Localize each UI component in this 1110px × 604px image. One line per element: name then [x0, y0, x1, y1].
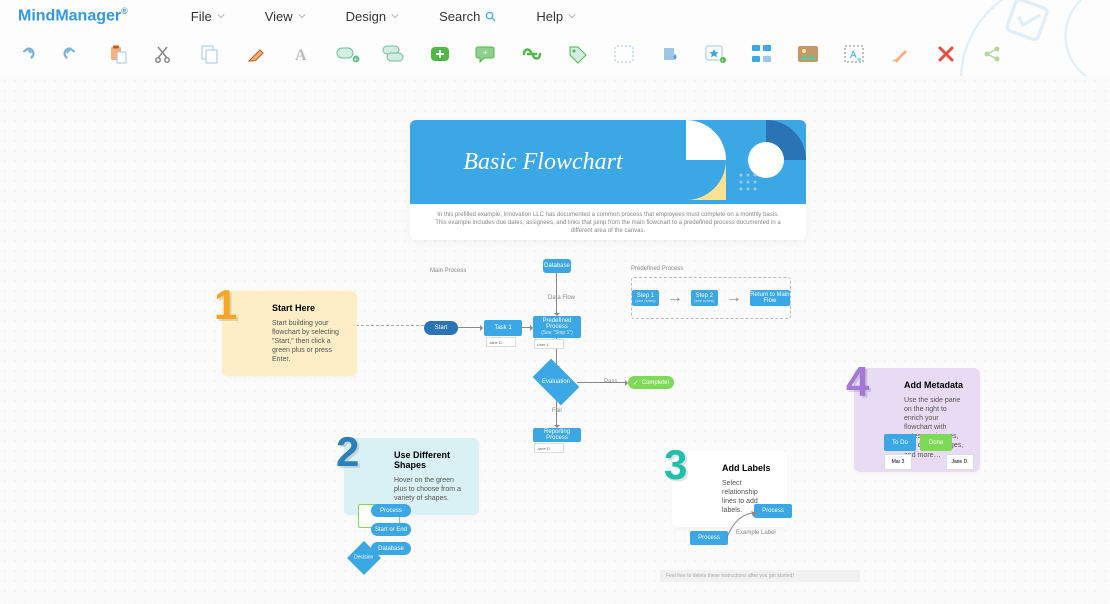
link-icon[interactable] [520, 42, 544, 66]
start-shape[interactable]: Start [424, 321, 458, 335]
marker-icon[interactable] [888, 42, 912, 66]
delete-icon[interactable] [934, 42, 958, 66]
todo-chip[interactable]: To Do [884, 434, 916, 451]
data-flow-label: Data Flow [548, 295, 575, 301]
chevron-down-icon [568, 12, 576, 20]
number-1-icon: 1 [214, 281, 237, 329]
connector [577, 382, 627, 383]
palette-process[interactable]: Process [371, 504, 411, 517]
chevron-down-icon [298, 12, 306, 20]
callout-icon[interactable]: + [474, 42, 498, 66]
complete-shape[interactable]: Complete! [628, 376, 674, 389]
menu-search[interactable]: Search [439, 9, 496, 24]
tag-icon[interactable] [566, 42, 590, 66]
image-icon[interactable] [796, 42, 820, 66]
copy-icon[interactable] [198, 42, 222, 66]
undo-icon[interactable] [14, 42, 38, 66]
chevron-down-icon [391, 12, 399, 20]
evaluation-shape[interactable]: Evaluation [533, 359, 580, 406]
connector [725, 511, 765, 541]
metadata-user-chip[interactable]: Jane D. [946, 454, 974, 470]
canvas[interactable]: Basic Flowchart In this prefilled exampl… [0, 76, 1110, 604]
number-3-icon: 3 [664, 441, 687, 489]
svg-text:+: + [354, 58, 358, 64]
search-icon [485, 11, 496, 22]
app-logo: MindManager® [0, 6, 146, 25]
task1-shape[interactable]: Task 1 [484, 320, 522, 336]
svg-text:A: A [295, 47, 307, 64]
svg-text:+: + [721, 58, 724, 64]
predefined-process-label: Predefined Process [631, 266, 683, 272]
redo-icon[interactable] [60, 42, 84, 66]
example-label: Example Label [736, 530, 776, 536]
chevron-down-icon [217, 12, 225, 20]
callout-start-here[interactable]: 1 Start Here Start building your flowcha… [222, 291, 357, 376]
fail-label: Fail [552, 408, 562, 414]
title-description: In this prefilled example, Innovation LL… [410, 204, 806, 243]
paste-icon[interactable] [106, 42, 130, 66]
connector [522, 327, 532, 328]
metadata-date-chip[interactable]: Mar 3 [884, 454, 912, 470]
menu-design[interactable]: Design [346, 9, 399, 24]
fill-icon[interactable] [658, 42, 682, 66]
note-icon[interactable]: + [336, 42, 360, 66]
font-icon[interactable]: A [290, 42, 314, 66]
predef-tag: User 1 [534, 339, 564, 349]
relationship-icon[interactable] [750, 42, 774, 66]
task-tag: Jane D. [486, 337, 516, 347]
main-process-label: Main Process [430, 268, 466, 274]
report-tag: Jane D. [534, 443, 564, 453]
done-chip[interactable]: Done [920, 434, 952, 451]
connector [556, 273, 557, 315]
svg-text:⊕: ⊕ [857, 57, 861, 63]
pass-label: Pass [604, 379, 617, 385]
number-2-icon: 2 [336, 428, 359, 476]
title-text: Basic Flowchart [448, 148, 638, 177]
boundary-icon[interactable] [612, 42, 636, 66]
label-icon[interactable] [382, 42, 406, 66]
menu-view[interactable]: View [265, 9, 306, 24]
predefined-process-shape[interactable]: Predefined Process(See "Step 1") [533, 316, 581, 338]
reporting-shape[interactable]: Reporting Process [533, 428, 581, 442]
share-icon[interactable] [980, 42, 1004, 66]
highlight-icon[interactable] [244, 42, 268, 66]
label-demo-process1[interactable]: Process [690, 531, 728, 545]
title-card[interactable]: Basic Flowchart In this prefilled exampl… [410, 120, 806, 240]
number-4-icon: 4 [846, 358, 869, 406]
step1-shape[interactable]: Step 1(see notes) [632, 290, 659, 306]
return-shape[interactable]: Return to Main Flow [750, 290, 790, 306]
add-green-icon[interactable] [428, 42, 452, 66]
svg-text:A: A [850, 50, 857, 61]
cut-icon[interactable] [152, 42, 176, 66]
step2-shape[interactable]: Step 2(see notes) [691, 290, 718, 306]
menu-file[interactable]: File [191, 9, 225, 24]
palette-start-end[interactable]: Start or End [371, 523, 411, 536]
hint-bar: Feel free to delete these instructions a… [660, 570, 860, 582]
menu-help[interactable]: Help [536, 9, 576, 24]
svg-text:+: + [483, 48, 488, 57]
predefined-process-box[interactable]: Step 1(see notes) → Step 2(see notes) → … [631, 277, 791, 319]
connector [458, 327, 482, 328]
connector [356, 325, 424, 326]
select-area-icon[interactable]: A⊕ [842, 42, 866, 66]
star-icon[interactable]: + [704, 42, 728, 66]
database-shape[interactable]: Database [543, 259, 571, 273]
